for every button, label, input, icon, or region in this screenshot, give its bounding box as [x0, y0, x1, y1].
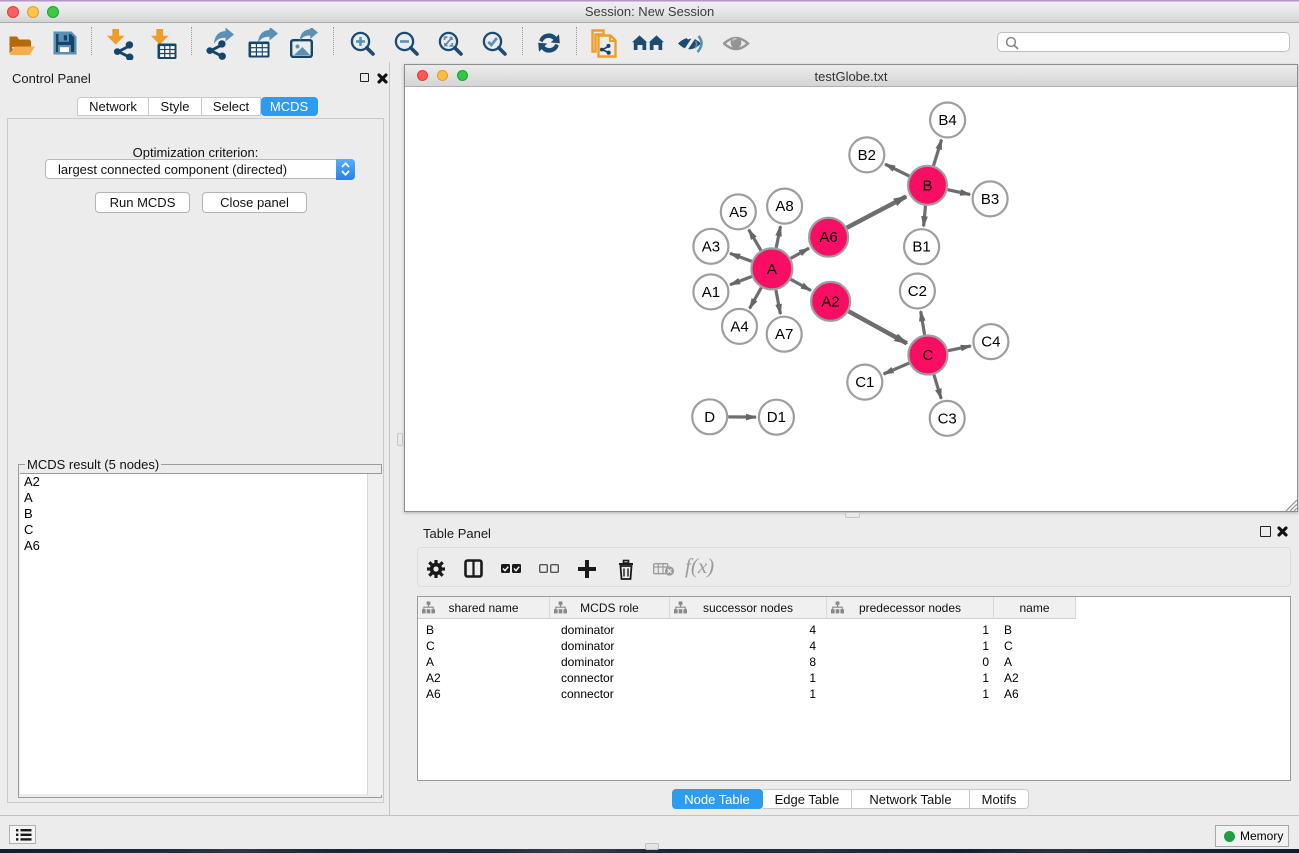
svg-text:A8: A8 [775, 198, 793, 215]
svg-text:A7: A7 [775, 326, 793, 343]
svg-text:C3: C3 [938, 410, 957, 427]
svg-text:B: B [922, 177, 932, 194]
svg-text:A5: A5 [729, 204, 747, 221]
svg-text:C4: C4 [981, 334, 1000, 351]
svg-text:B3: B3 [981, 191, 999, 208]
svg-text:A1: A1 [702, 284, 720, 301]
svg-text:A2: A2 [821, 293, 839, 310]
svg-text:B2: B2 [858, 147, 876, 164]
svg-text:D1: D1 [767, 409, 786, 426]
svg-text:B1: B1 [912, 239, 930, 256]
svg-text:C2: C2 [908, 283, 927, 300]
svg-text:C: C [922, 347, 933, 364]
svg-text:A3: A3 [702, 238, 720, 255]
svg-text:A4: A4 [730, 318, 748, 335]
svg-text:C1: C1 [855, 374, 874, 391]
svg-text:B4: B4 [938, 112, 956, 129]
svg-text:D: D [704, 409, 715, 426]
svg-text:A6: A6 [819, 229, 837, 246]
svg-text:A: A [767, 261, 777, 278]
